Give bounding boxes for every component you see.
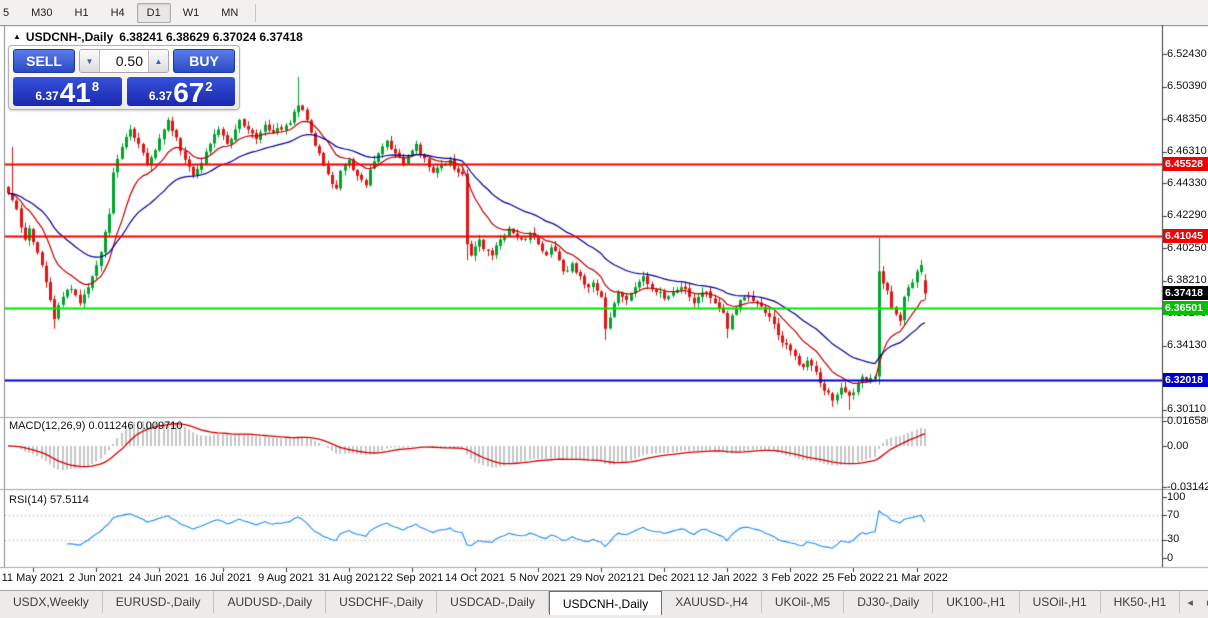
- tab-ukoil-m5[interactable]: UKOil-,M5: [762, 591, 844, 613]
- buy-price-prefix: 6.37: [149, 89, 172, 103]
- timeframe-toolbar: 5M30H1H4D1W1MN: [0, 0, 1208, 26]
- buy-price-button[interactable]: 6.37672: [127, 77, 236, 106]
- tab-usoil-h1[interactable]: USOil-,H1: [1020, 591, 1101, 613]
- sell-price-button[interactable]: 6.37418: [13, 77, 122, 106]
- tab-usdcad-daily[interactable]: USDCAD-,Daily: [437, 591, 549, 613]
- tab-xauusd-h4[interactable]: XAUUSD-,H4: [662, 591, 762, 613]
- chart-tab-bar: USDX,WeeklyEURUSD-,DailyAUDUSD-,DailyUSD…: [0, 590, 1208, 618]
- tab-scroll-right-icon[interactable]: ▸: [1200, 594, 1208, 611]
- volume-decrease-button[interactable]: ▼: [80, 50, 100, 72]
- timeframe-button-h4[interactable]: H4: [101, 3, 135, 23]
- one-click-trade-panel: SELL ▼ ▲ BUY 6.37418 6.37672: [8, 45, 240, 110]
- mt-terminal: 5M30H1H4D1W1MN ▲USDCNH-,Daily6.38241 6.3…: [0, 0, 1208, 618]
- tab-audusd-daily[interactable]: AUDUSD-,Daily: [214, 591, 326, 613]
- tab-hk50-h1[interactable]: HK50-,H1: [1101, 591, 1181, 613]
- timeframe-button-d1[interactable]: D1: [137, 3, 171, 23]
- volume-input[interactable]: [100, 50, 148, 72]
- volume-stepper: ▼ ▲: [79, 49, 169, 73]
- tab-eurusd-daily[interactable]: EURUSD-,Daily: [103, 591, 215, 613]
- buy-price-big: 67: [173, 80, 204, 106]
- volume-increase-button[interactable]: ▲: [148, 50, 168, 72]
- sell-price-prefix: 6.37: [35, 89, 58, 103]
- timeframe-button-w1[interactable]: W1: [173, 3, 210, 23]
- tab-usdchf-daily[interactable]: USDCHF-,Daily: [326, 591, 437, 613]
- sell-button[interactable]: SELL: [13, 49, 75, 73]
- timeframe-button-h1[interactable]: H1: [65, 3, 99, 23]
- sell-price-sup: 8: [92, 79, 99, 94]
- tab-usdcnh-daily[interactable]: USDCNH-,Daily: [549, 591, 662, 615]
- tab-dj30-daily[interactable]: DJ30-,Daily: [844, 591, 933, 613]
- one-click-panel-toggle-icon[interactable]: ▲: [13, 32, 21, 41]
- buy-button[interactable]: BUY: [173, 49, 235, 73]
- tab-scroll-left-icon[interactable]: ◂: [1180, 594, 1200, 611]
- toolbar-separator: [255, 4, 256, 22]
- timeframe-button-mn[interactable]: MN: [211, 3, 248, 23]
- timeframe-button-5[interactable]: 5: [0, 3, 19, 23]
- sell-price-big: 41: [60, 80, 91, 106]
- timeframe-button-m30[interactable]: M30: [21, 3, 62, 23]
- chart-window: ▲USDCNH-,Daily6.38241 6.38629 6.37024 6.…: [0, 25, 1208, 590]
- tab-scroll-buttons: ◂▸: [1180, 591, 1208, 613]
- buy-price-sup: 2: [205, 79, 212, 94]
- tab-uk100-h1[interactable]: UK100-,H1: [933, 591, 1019, 613]
- tab-usdx-weekly[interactable]: USDX,Weekly: [0, 591, 103, 613]
